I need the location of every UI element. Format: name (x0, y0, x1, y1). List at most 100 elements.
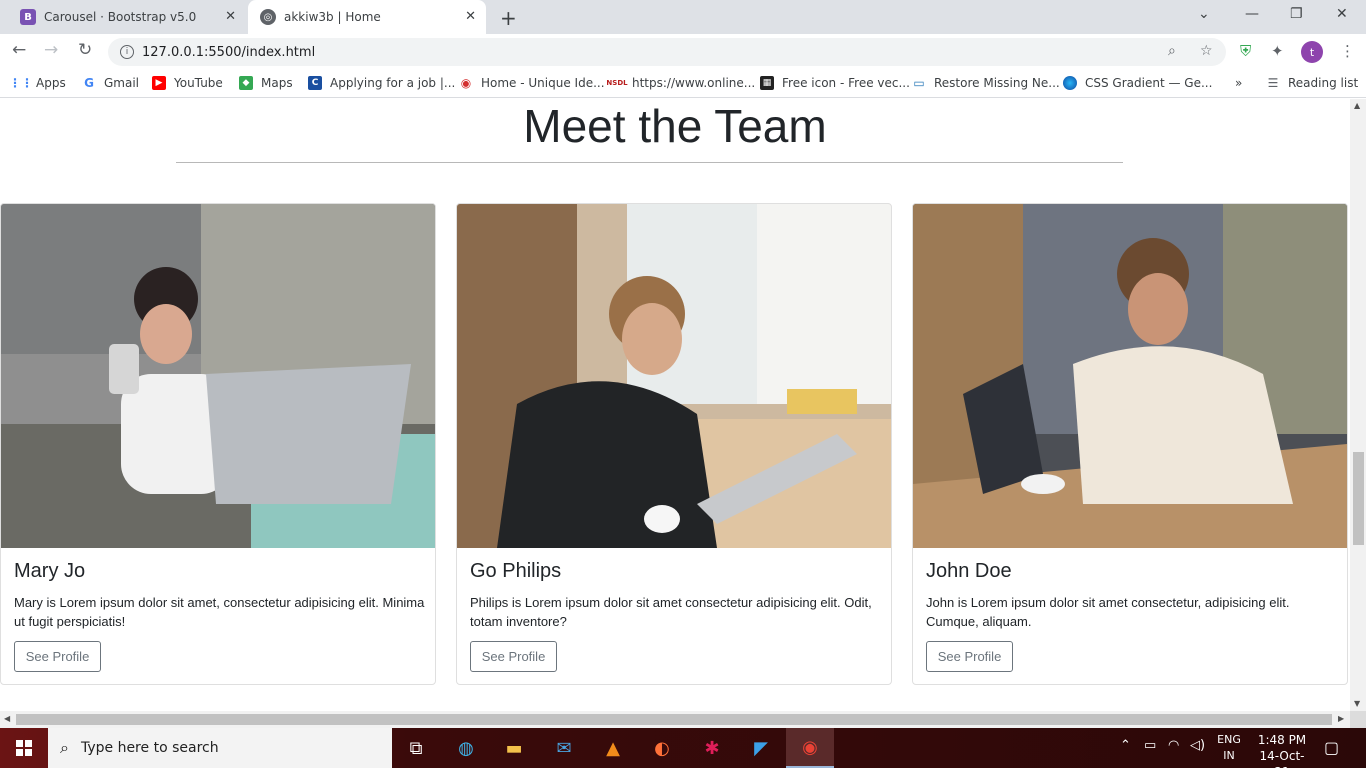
team-photo-mary (1, 204, 435, 548)
slack-icon[interactable]: ✱ (688, 728, 736, 768)
card-name: John Doe (926, 560, 1012, 582)
mail-icon[interactable]: ✉ (540, 728, 588, 768)
see-profile-button[interactable]: See Profile (926, 641, 1013, 672)
bookmark-label: Free icon - Free vec... (782, 76, 910, 90)
bookmark-restore[interactable]: ▭ Restore Missing Ne... (912, 76, 1059, 90)
reading-list-icon: ☰ (1267, 76, 1279, 90)
bookmark-label: YouTube (174, 76, 223, 90)
scrollbar-corner (1350, 711, 1366, 728)
menu-dots-icon[interactable]: ⋮ (1340, 42, 1355, 60)
bookmark-apps[interactable]: ⋮⋮ Apps (9, 76, 66, 90)
tab-title: akkiw3b | Home (284, 10, 381, 24)
bookmark-label: Maps (261, 76, 293, 90)
site-info-icon[interactable]: i (120, 45, 134, 59)
tab-search-icon[interactable]: ⌄ (1198, 6, 1210, 22)
bookmark-youtube[interactable]: ▶ YouTube (152, 76, 223, 90)
team-card-john: John Doe John is Lorem ipsum dolor sit a… (912, 203, 1348, 685)
vertical-scrollbar[interactable]: ▲ ▼ (1350, 99, 1366, 711)
taskbar-search-box[interactable]: ⌕ Type here to search (48, 728, 392, 768)
taskbar-clock[interactable]: 1:48 PM 14-Oct-21 (1252, 732, 1312, 780)
bookmark-label: Home - Unique Ide... (481, 76, 605, 90)
vertical-scroll-thumb[interactable] (1353, 452, 1364, 545)
google-icon: G (84, 76, 94, 90)
team-card-mary: Mary Jo Mary is Lorem ipsum dolor sit am… (0, 203, 436, 685)
bookmark-free-icon[interactable]: ▦ Free icon - Free vec... (760, 76, 910, 90)
team-photo-john (913, 204, 1347, 548)
overflow-label: » (1235, 76, 1243, 90)
extensions-puzzle-icon[interactable]: ✦ (1271, 42, 1284, 60)
bookmark-star-icon[interactable]: ☆ (1200, 43, 1213, 59)
vscode-icon[interactable]: ◤ (737, 728, 785, 768)
volume-icon[interactable]: ◁) (1190, 738, 1205, 753)
bookmark-maps[interactable]: ◆ Maps (239, 76, 293, 90)
close-tab-icon[interactable]: ✕ (465, 9, 476, 24)
file-explorer-icon[interactable]: ▬ (490, 728, 538, 768)
address-bar[interactable]: i 127.0.0.1:5500/index.html ⌕ ☆ (108, 38, 1226, 66)
close-tab-icon[interactable]: ✕ (225, 9, 236, 24)
zoom-icon[interactable]: ⌕ (1168, 43, 1176, 59)
reading-list-button[interactable]: ☰ Reading list (1266, 76, 1359, 90)
shield-extension-icon[interactable]: ⛨ (1240, 42, 1251, 60)
search-icon: ⌕ (60, 738, 69, 757)
scroll-left-icon[interactable]: ◀ (4, 714, 10, 723)
tab-carousel[interactable]: B Carousel · Bootstrap v5.0 ✕ (8, 0, 246, 34)
start-button[interactable] (0, 728, 48, 768)
bookmark-label: CSS Gradient — Ge... (1085, 76, 1213, 90)
scroll-down-icon[interactable]: ▼ (1354, 699, 1360, 708)
firefox-icon[interactable]: ◐ (638, 728, 686, 768)
tab-title: Carousel · Bootstrap v5.0 (44, 10, 197, 24)
horizontal-scroll-thumb[interactable] (16, 714, 1332, 725)
gradient-circle-icon (1063, 76, 1077, 90)
bookmark-online[interactable]: NSDL https://www.online... (606, 76, 756, 90)
scroll-up-icon[interactable]: ▲ (1354, 101, 1360, 110)
forward-icon[interactable]: → (44, 40, 58, 60)
clock-date: 14-Oct-21 (1259, 749, 1305, 779)
maps-icon: ◆ (239, 76, 253, 90)
title-divider (176, 162, 1123, 163)
see-profile-button[interactable]: See Profile (14, 641, 101, 672)
minimize-button[interactable]: — (1245, 6, 1259, 22)
bookmark-css-gradient[interactable]: CSS Gradient — Ge... (1063, 76, 1212, 90)
apps-grid-icon: ⋮⋮ (9, 76, 33, 90)
task-view-icon[interactable]: ⧉ (392, 728, 440, 768)
notifications-icon[interactable]: ▢ (1324, 738, 1339, 757)
chrome-icon[interactable]: ◉ (786, 728, 834, 768)
horizontal-scrollbar[interactable]: ◀ ▶ (0, 711, 1350, 728)
card-name: Go Philips (470, 560, 562, 582)
tab-home-active[interactable]: ◎ akkiw3b | Home ✕ (248, 0, 486, 34)
url-text[interactable]: 127.0.0.1:5500/index.html (142, 45, 315, 60)
vlc-icon[interactable]: ▲ (589, 728, 637, 768)
browser-toolbar: ← → ↻ i 127.0.0.1:5500/index.html ⌕ ☆ ⛨ … (0, 34, 1366, 70)
windows-logo-icon (16, 740, 32, 756)
wifi-icon[interactable]: ◠ (1168, 738, 1179, 753)
scroll-right-icon[interactable]: ▶ (1338, 714, 1344, 723)
bookmark-gmail[interactable]: G Gmail (82, 76, 139, 90)
bookmark-home-unique[interactable]: ◉ Home - Unique Ide... (459, 76, 605, 90)
monitor-icon: ▭ (913, 76, 925, 90)
bootstrap-favicon-icon: B (20, 9, 36, 25)
browser-tab-strip: B Carousel · Bootstrap v5.0 ✕ ◎ akkiw3b … (0, 0, 1366, 34)
bookmark-label: Apps (36, 76, 66, 90)
globe-favicon-icon: ◎ (260, 9, 276, 25)
clock-time: 1:48 PM (1257, 733, 1307, 747)
new-tab-button[interactable]: + (500, 6, 517, 30)
wifi-red-icon: ◉ (460, 76, 472, 90)
profile-avatar[interactable]: t (1301, 41, 1323, 63)
nsdl-icon: NSDL (606, 79, 628, 87)
battery-icon[interactable]: ▭ (1144, 738, 1156, 753)
windows-taskbar: ⌕ Type here to search ⧉ ◍ ▬ ✉ ▲ ◐ ✱ ◤ ◉ … (0, 728, 1366, 779)
show-hidden-icons-icon[interactable]: ⌃ (1120, 738, 1131, 753)
bookmark-applying-job[interactable]: C Applying for a job |... (308, 76, 455, 90)
bookmark-label: Gmail (104, 76, 140, 90)
bookmark-label: https://www.online... (632, 76, 756, 90)
see-profile-button[interactable]: See Profile (470, 641, 557, 672)
language-indicator[interactable]: ENG IN (1214, 732, 1244, 764)
reload-icon[interactable]: ↻ (78, 40, 92, 60)
bookmarks-overflow-button[interactable]: » (1235, 76, 1242, 90)
close-window-button[interactable]: ✕ (1336, 6, 1348, 22)
back-icon[interactable]: ← (12, 40, 26, 60)
youtube-icon: ▶ (152, 76, 166, 90)
edge-icon[interactable]: ◍ (442, 728, 490, 768)
bookmark-label: Applying for a job |... (330, 76, 456, 90)
restore-button[interactable]: ❐ (1290, 6, 1303, 22)
